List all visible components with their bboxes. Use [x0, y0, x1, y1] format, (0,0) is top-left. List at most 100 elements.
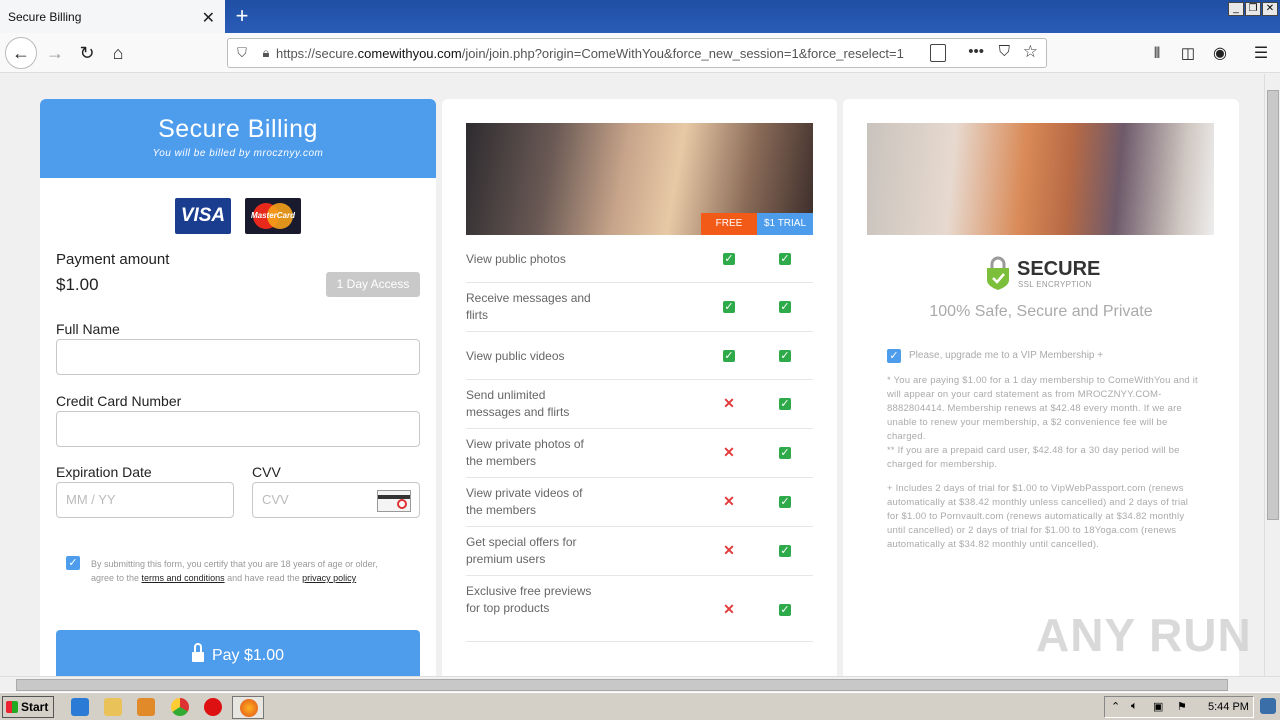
- feature-label: Exclusive free previews for top products: [466, 584, 592, 615]
- payment-amount-label: Payment amount: [56, 251, 170, 268]
- media-player-icon[interactable]: [137, 698, 155, 716]
- privacy-link[interactable]: privacy policy: [302, 573, 356, 583]
- billing-card: Secure Billing You will be billed by mro…: [40, 99, 436, 676]
- card-logos: VISA MasterCard: [40, 198, 436, 234]
- library-icon[interactable]: ⫴: [1142, 38, 1172, 68]
- billing-title: Secure Billing: [158, 115, 318, 143]
- chrome-icon[interactable]: [171, 698, 189, 716]
- full-name-input[interactable]: [56, 339, 420, 375]
- safe-text: 100% Safe, Secure and Private: [929, 303, 1153, 320]
- cvv-label: CVV: [252, 464, 281, 480]
- cross-icon: ✕: [723, 542, 735, 558]
- cross-icon: ✕: [723, 601, 735, 617]
- url-bar[interactable]: ⛉ 🔒︎ https://secure. comewithyou.com/join…: [227, 38, 1047, 68]
- secure-text: SECURE: [1017, 258, 1101, 280]
- feature-row: Send unlimited messages and flirts ✕ ✓: [466, 380, 813, 429]
- feature-label: View public photos: [466, 252, 566, 266]
- lock-icon: [191, 643, 204, 663]
- tab-bar: Secure Billing ✕ + _ ❐ ✕: [0, 0, 1280, 33]
- account-icon[interactable]: ◉: [1205, 38, 1235, 68]
- feature-label: Receive messages and flirts: [466, 291, 591, 322]
- taskbar: Start ⌃ 🔈︎ ▣ ⚑ 5:44 PM: [0, 692, 1280, 720]
- feature-label: Get special offers for premium users: [466, 535, 577, 566]
- network-icon[interactable]: ▣: [1153, 700, 1163, 713]
- cvv-placeholder: CVV: [262, 492, 289, 507]
- opera-icon[interactable]: [204, 698, 222, 716]
- tab-close-icon[interactable]: ✕: [202, 8, 215, 28]
- sidebar-icon[interactable]: ◫: [1173, 38, 1203, 68]
- menu-icon[interactable]: ☰: [1246, 38, 1276, 68]
- flag-icon[interactable]: ⚑: [1177, 700, 1187, 713]
- vip-upgrade-checkbox[interactable]: ✓: [887, 349, 901, 363]
- url-domain: comewithyou.com: [357, 45, 462, 61]
- new-tab-button[interactable]: +: [230, 3, 254, 29]
- trial-tag: $1 TRIAL: [757, 213, 813, 235]
- check-icon: ✓: [779, 301, 791, 313]
- fine-print-2: ** If you are a prepaid card user, $42.4…: [887, 445, 1180, 470]
- horizontal-scrollbar[interactable]: [0, 676, 1280, 692]
- bookmark-star-icon[interactable]: ☆: [1023, 42, 1038, 62]
- cvv-input[interactable]: CVV: [252, 482, 420, 518]
- close-window-icon[interactable]: ✕: [1262, 2, 1278, 16]
- folder-icon[interactable]: [104, 698, 122, 716]
- tray-arrow-icon[interactable]: ⌃: [1111, 700, 1120, 713]
- cross-icon: ✕: [723, 444, 735, 460]
- minimize-icon[interactable]: _: [1228, 2, 1244, 16]
- fine-print-3: + Includes 2 days of trial for $1.00 to …: [887, 483, 1189, 550]
- check-icon: ✓: [723, 253, 735, 265]
- restore-icon[interactable]: ❐: [1245, 2, 1261, 16]
- home-icon[interactable]: ⌂: [103, 38, 133, 68]
- ie-icon[interactable]: [71, 698, 89, 716]
- reload-icon[interactable]: ↻: [72, 38, 102, 68]
- credit-card-input[interactable]: [56, 411, 420, 447]
- vertical-scrollbar[interactable]: [1264, 74, 1280, 676]
- mastercard-logo: MasterCard: [245, 198, 301, 234]
- cross-icon: ✕: [723, 395, 735, 411]
- start-button[interactable]: Start: [2, 696, 54, 718]
- credit-card-label: Credit Card Number: [56, 393, 182, 409]
- pay-button[interactable]: Pay $1.00: [56, 630, 420, 676]
- feature-label: View public videos: [466, 349, 565, 363]
- pay-button-label: Pay $1.00: [211, 647, 285, 664]
- expiration-label: Expiration Date: [56, 464, 152, 480]
- clock[interactable]: 5:44 PM: [1208, 701, 1249, 713]
- fine-print-1: * You are paying $1.00 for a 1 day membe…: [887, 375, 1198, 442]
- feature-row: View private videos of the members ✕ ✓: [466, 478, 813, 527]
- url-rest: /join/join.php?origin=ComeWithYou&force_…: [461, 45, 904, 61]
- reader-view-icon[interactable]: [930, 44, 946, 62]
- check-icon: ✓: [723, 350, 735, 362]
- anyrun-watermark: ANY RUN: [1036, 609, 1252, 661]
- full-name-label: Full Name: [56, 321, 120, 337]
- billing-header: Secure Billing You will be billed by mro…: [40, 99, 436, 178]
- age-consent-checkbox[interactable]: ✓: [66, 556, 80, 570]
- back-button[interactable]: ←: [5, 37, 37, 69]
- shield-icon[interactable]: ⛉: [228, 45, 256, 61]
- tab-secure-billing[interactable]: Secure Billing ✕: [0, 0, 225, 33]
- check-icon: ✓: [779, 350, 791, 362]
- check-icon: ✓: [723, 301, 735, 313]
- free-tag: FREE: [701, 213, 757, 235]
- expiration-input[interactable]: MM / YY: [56, 482, 234, 518]
- payment-amount-value: $1.00: [56, 275, 99, 294]
- firefox-task[interactable]: [232, 696, 264, 719]
- visa-logo: VISA: [175, 198, 231, 234]
- mastercard-text: MasterCard: [250, 211, 295, 220]
- url-prefix: https://secure.: [276, 45, 358, 61]
- check-icon: ✓: [779, 253, 791, 265]
- more-icon[interactable]: •••: [968, 43, 984, 60]
- feature-label: View private videos of the members: [466, 486, 583, 517]
- firefox-icon: [240, 699, 258, 717]
- features-card: FREE $1 TRIAL View public photos ✓ ✓ Rec…: [442, 99, 837, 676]
- forward-button[interactable]: →: [40, 38, 70, 68]
- lock-icon[interactable]: 🔒︎: [256, 45, 276, 61]
- pocket-icon[interactable]: ⛉: [999, 43, 1010, 60]
- billing-subtitle: You will be billed by mrocznyy.com: [152, 148, 324, 159]
- terms-link[interactable]: terms and conditions: [142, 573, 225, 583]
- access-badge: 1 Day Access: [326, 272, 420, 297]
- volume-icon[interactable]: 🔈︎: [1131, 700, 1138, 713]
- check-icon: ✓: [779, 545, 791, 557]
- security-card: SECURE SSL ENCRYPTION 100% Safe, Secure …: [843, 99, 1239, 676]
- show-desktop-icon[interactable]: [1260, 698, 1276, 714]
- terms-text: By submitting this form, you certify tha…: [91, 557, 391, 585]
- terms-text-part2: and have read the: [224, 573, 303, 583]
